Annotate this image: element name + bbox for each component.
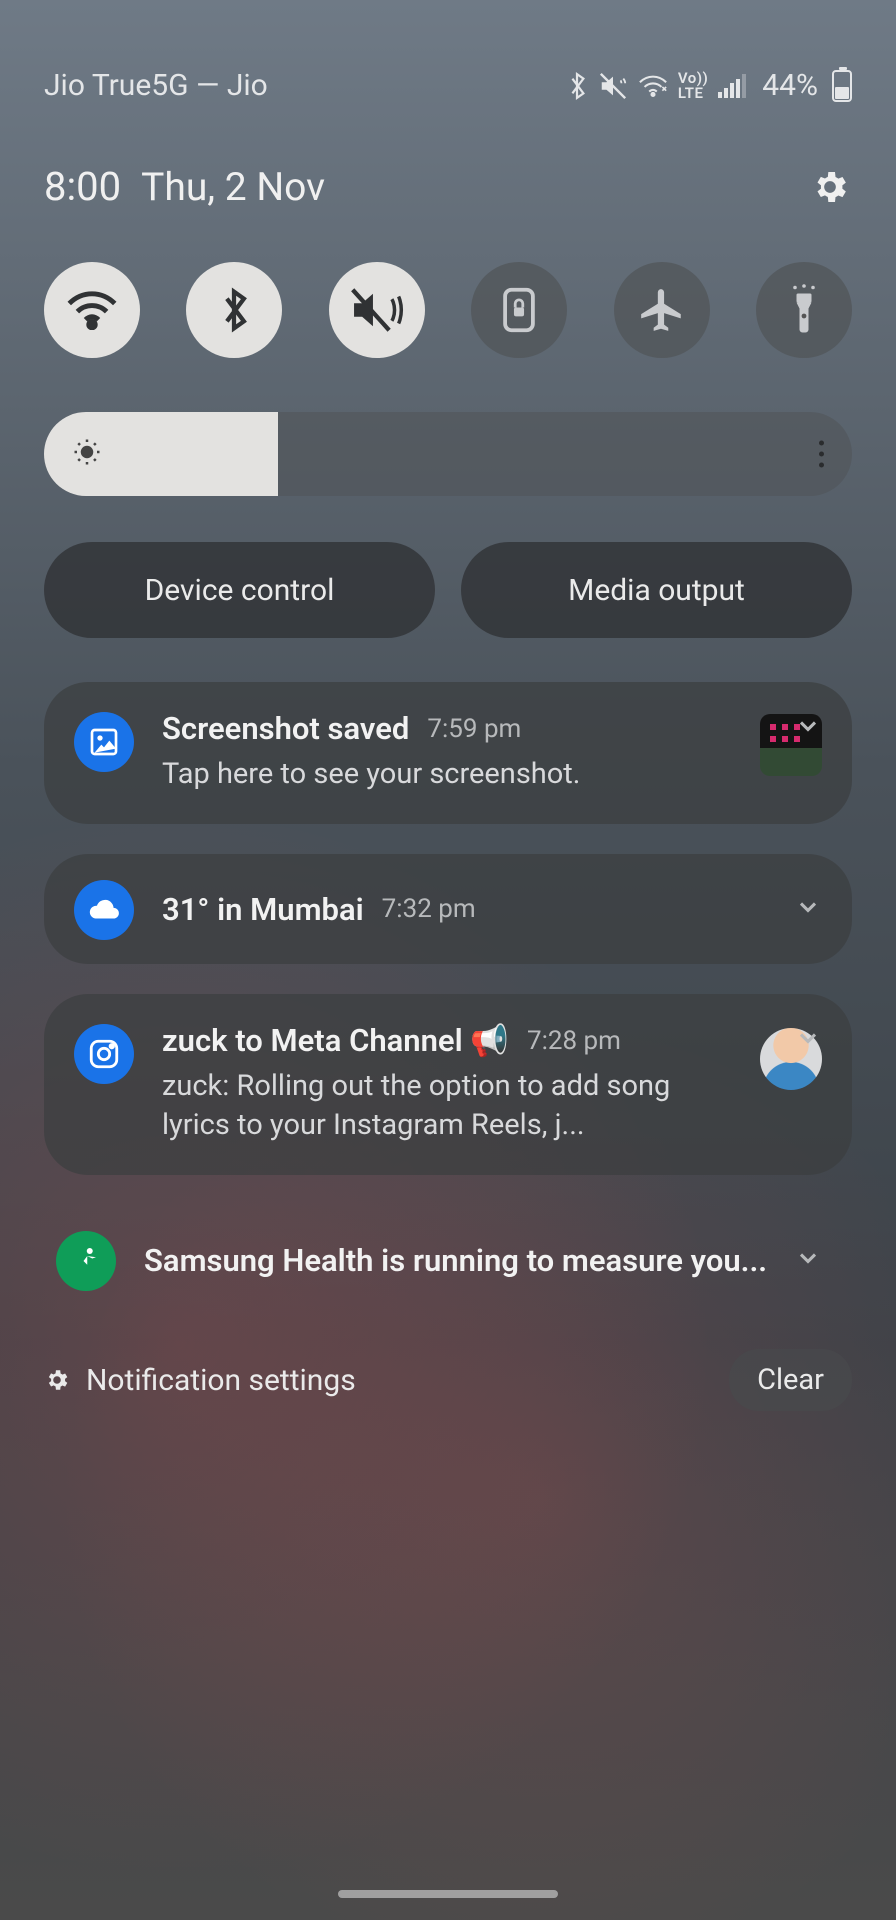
brightness-icon	[72, 437, 102, 471]
expand-button[interactable]	[794, 893, 822, 925]
toggle-bluetooth[interactable]	[186, 262, 282, 358]
wifi-icon	[66, 290, 118, 330]
device-control-button[interactable]: Device control	[44, 542, 435, 638]
expand-button[interactable]	[794, 712, 822, 744]
bluetooth-icon	[566, 71, 588, 101]
clock-time[interactable]: 8:00	[44, 163, 121, 210]
notification-text: Tap here to see your screenshot.	[162, 755, 732, 794]
notification-settings-button[interactable]: Notification settings	[44, 1363, 356, 1398]
toggle-airplane-mode[interactable]	[614, 262, 710, 358]
toggle-wifi[interactable]	[44, 262, 140, 358]
notification-title: zuck to Meta Channel 📢	[162, 1022, 509, 1059]
instagram-icon	[87, 1037, 121, 1071]
battery-icon	[832, 70, 852, 102]
media-output-button[interactable]: Media output	[461, 542, 852, 638]
mute-icon	[598, 71, 628, 101]
volte-icon: Vo))LTE	[678, 71, 708, 101]
clock-date[interactable]: Thu, 2 Nov	[141, 164, 325, 210]
gear-icon	[810, 167, 850, 207]
app-badge-samsung-health	[56, 1231, 116, 1291]
toggle-sound-mute[interactable]	[329, 262, 425, 358]
notification-title: 31° in Mumbai	[162, 891, 364, 928]
notification-time: 7:32 pm	[382, 894, 476, 924]
status-bar: Jio True5G — Jio Vo))LTE 44%	[44, 68, 852, 103]
wifi-icon	[638, 74, 668, 98]
bluetooth-icon	[217, 285, 251, 335]
notification-time: 7:28 pm	[527, 1026, 621, 1056]
mute-vibrate-icon	[350, 287, 404, 333]
status-icons: Vo))LTE 44%	[566, 68, 852, 103]
clear-button[interactable]: Clear	[729, 1349, 852, 1411]
notification-settings-label: Notification settings	[86, 1363, 356, 1398]
cloud-icon	[87, 898, 121, 922]
app-badge-instagram	[74, 1024, 134, 1084]
airplane-icon	[637, 285, 687, 335]
settings-button[interactable]	[808, 165, 852, 209]
flashlight-icon	[786, 284, 822, 336]
toggle-rotation-lock[interactable]	[471, 262, 567, 358]
chevron-down-icon	[794, 893, 822, 921]
notification-footer: Notification settings Clear	[44, 1349, 852, 1411]
notification-time: 7:59 pm	[427, 714, 521, 744]
chevron-down-icon	[794, 1024, 822, 1052]
notification-samsung-health[interactable]: Samsung Health is running to measure you…	[44, 1205, 852, 1315]
battery-percentage: 44%	[762, 68, 818, 103]
brightness-menu-button[interactable]	[819, 441, 824, 468]
navigation-handle[interactable]	[338, 1890, 558, 1898]
image-icon	[88, 726, 120, 758]
running-icon	[71, 1246, 101, 1276]
clock-row: 8:00 Thu, 2 Nov	[44, 163, 852, 210]
notification-screenshot[interactable]: Screenshot saved 7:59 pm Tap here to see…	[44, 682, 852, 824]
chevron-down-icon	[794, 712, 822, 740]
chevron-down-icon	[794, 1244, 822, 1272]
notification-list: Screenshot saved 7:59 pm Tap here to see…	[44, 682, 852, 1315]
notification-instagram[interactable]: zuck to Meta Channel 📢 7:28 pm zuck: Rol…	[44, 994, 852, 1175]
notification-text: zuck: Rolling out the option to add song…	[162, 1067, 732, 1145]
notification-title: Screenshot saved	[162, 710, 409, 747]
toggle-flashlight[interactable]	[756, 262, 852, 358]
gear-icon	[44, 1367, 70, 1393]
notification-title: Samsung Health is running to measure you…	[144, 1242, 767, 1279]
portrait-lock-icon	[501, 286, 537, 334]
expand-button[interactable]	[794, 1244, 822, 1276]
notification-weather[interactable]: 31° in Mumbai 7:32 pm	[44, 854, 852, 964]
panel-buttons: Device control Media output	[44, 542, 852, 638]
app-badge-gallery	[74, 712, 134, 772]
carrier-label: Jio True5G — Jio	[44, 68, 268, 103]
signal-icon	[718, 74, 746, 98]
quick-settings-toggles	[44, 262, 852, 358]
app-badge-weather	[74, 880, 134, 940]
expand-button[interactable]	[794, 1024, 822, 1056]
brightness-slider[interactable]	[44, 412, 852, 496]
